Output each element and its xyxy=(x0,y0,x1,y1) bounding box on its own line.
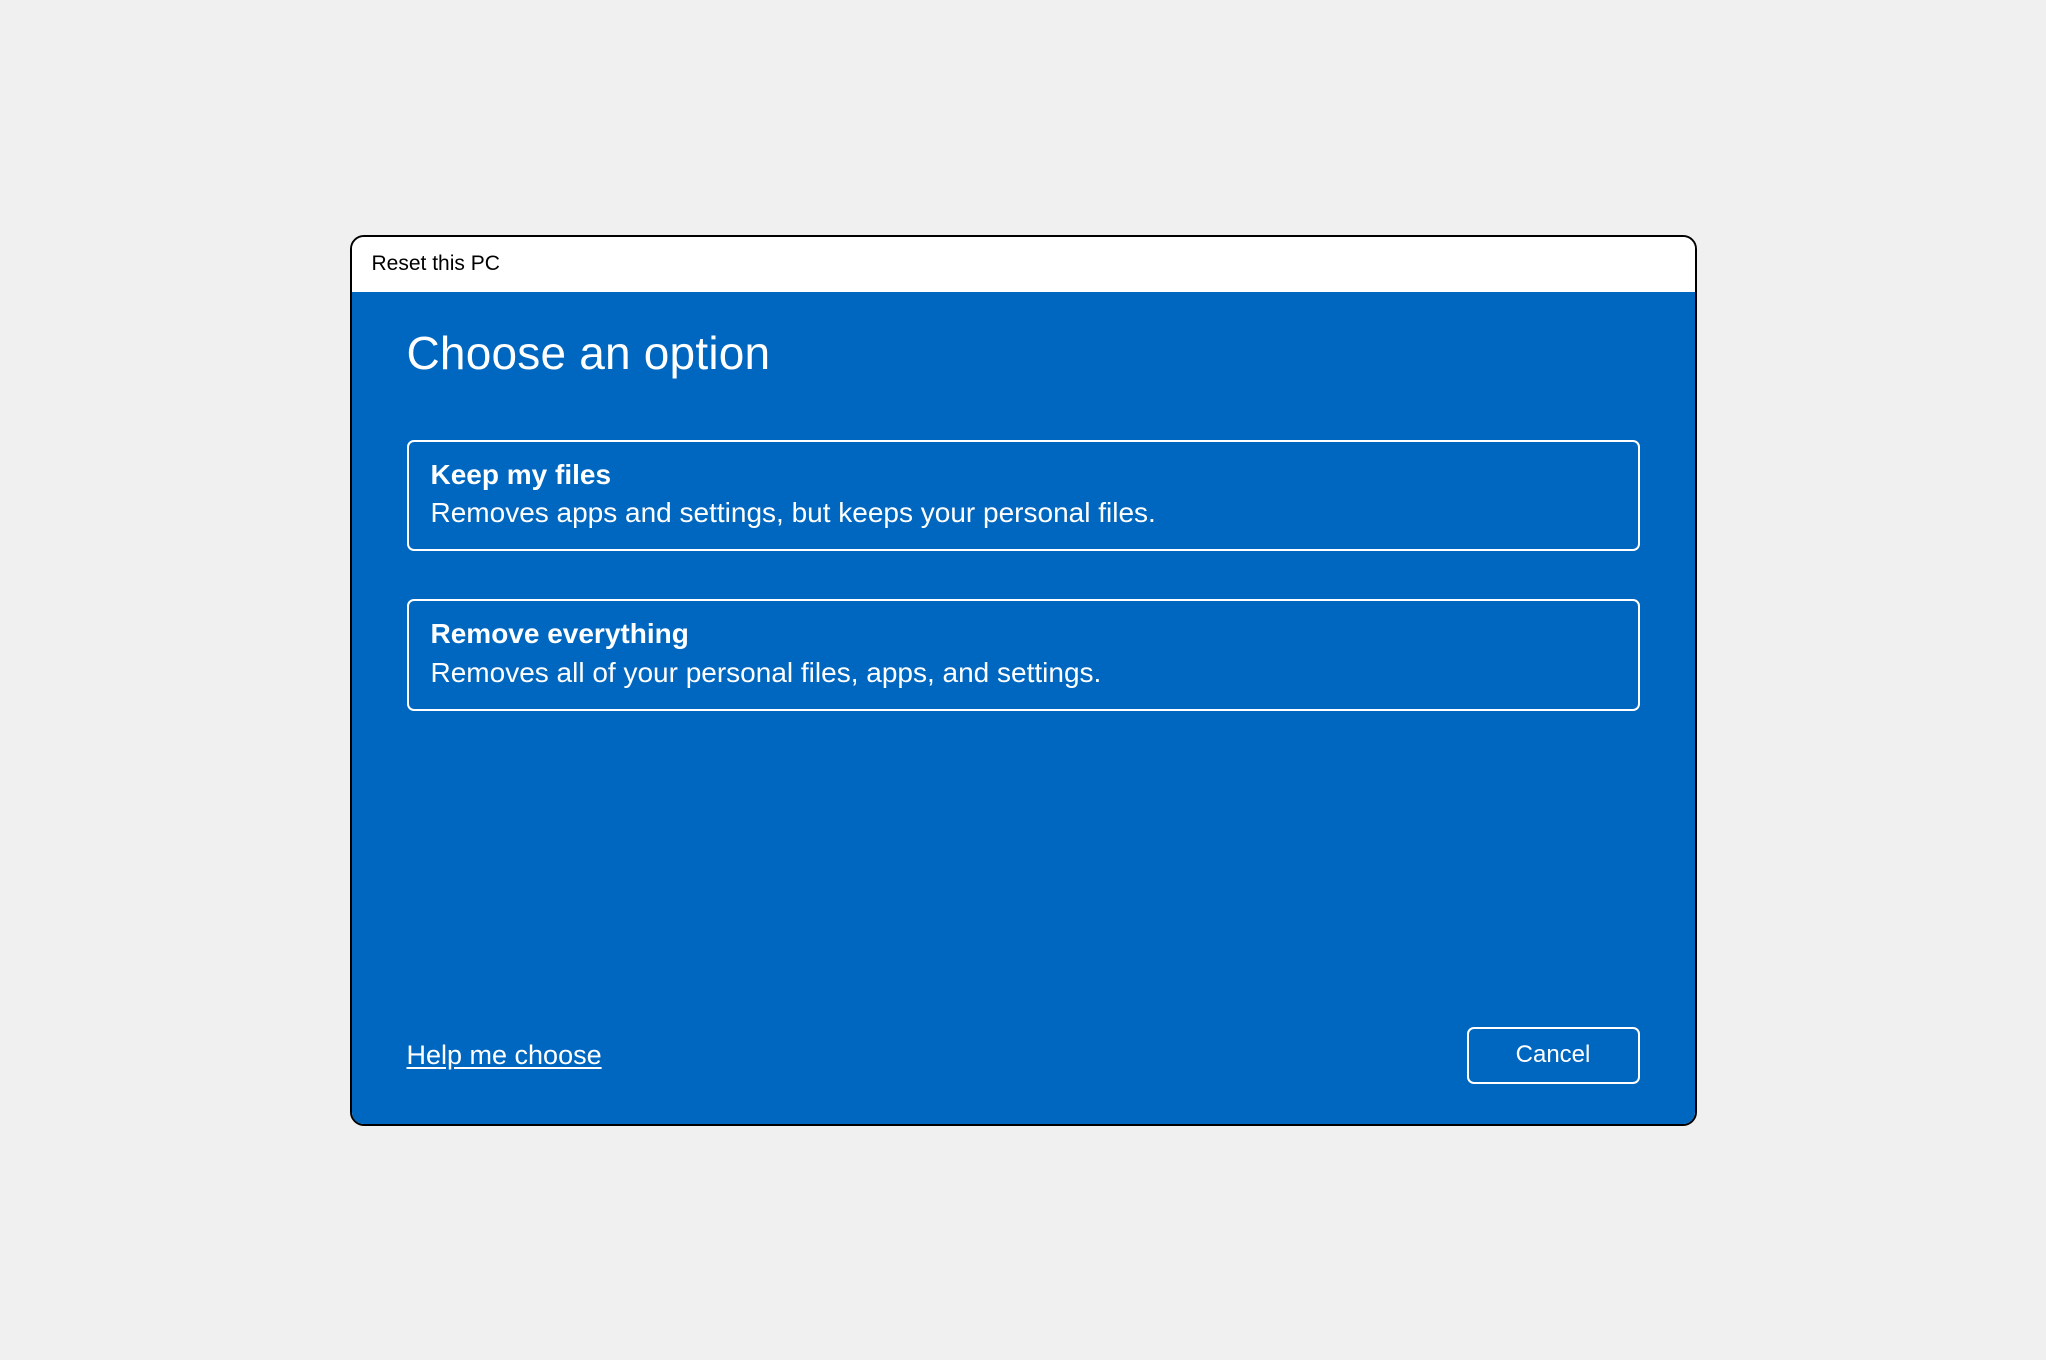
reset-pc-dialog: Reset this PC Choose an option Keep my f… xyxy=(350,235,1697,1126)
dialog-content: Choose an option Keep my files Removes a… xyxy=(352,292,1695,1124)
dialog-footer: Help me choose Cancel xyxy=(407,1027,1640,1084)
page-heading: Choose an option xyxy=(407,326,1640,380)
titlebar: Reset this PC xyxy=(352,237,1695,292)
option-description: Removes all of your personal files, apps… xyxy=(431,653,1616,692)
option-title: Keep my files xyxy=(431,456,1616,494)
option-description: Removes apps and settings, but keeps you… xyxy=(431,493,1616,532)
window-title: Reset this PC xyxy=(372,252,500,276)
option-keep-my-files[interactable]: Keep my files Removes apps and settings,… xyxy=(407,440,1640,552)
options-list: Keep my files Removes apps and settings,… xyxy=(407,440,1640,712)
help-me-choose-link[interactable]: Help me choose xyxy=(407,1040,602,1071)
option-remove-everything[interactable]: Remove everything Removes all of your pe… xyxy=(407,599,1640,711)
cancel-button[interactable]: Cancel xyxy=(1467,1027,1640,1084)
option-title: Remove everything xyxy=(431,615,1616,653)
